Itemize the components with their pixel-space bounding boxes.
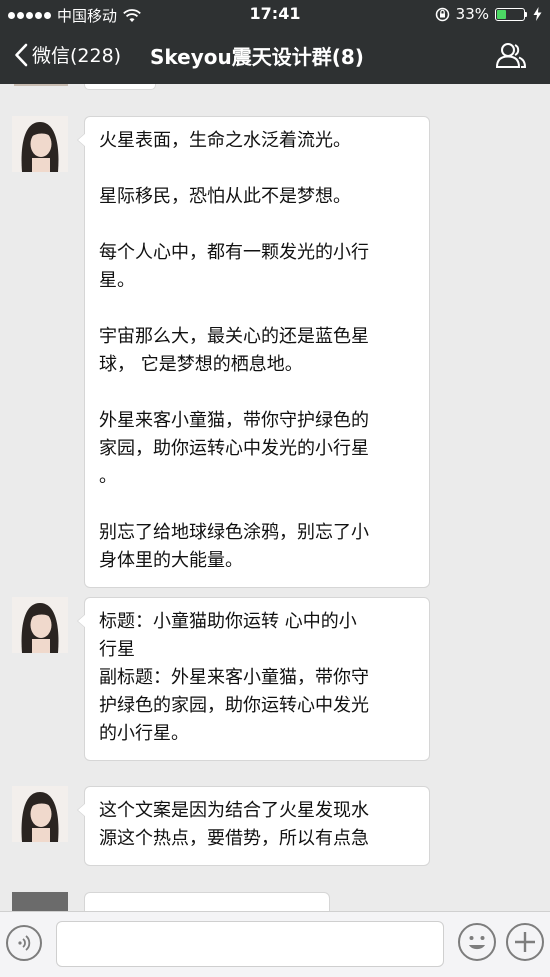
- charging-icon: [533, 7, 542, 21]
- more-options-button[interactable]: [506, 923, 544, 961]
- message-text-line: 家园，助你运转心中发光的小行星: [99, 438, 369, 459]
- voice-input-button[interactable]: [6, 925, 42, 961]
- rotation-lock-icon: [435, 7, 449, 21]
- nav-bar: 微信(228) Skeyou震天设计群(8): [0, 28, 550, 84]
- message-paragraph: 宇宙那么大，最关心的还是蓝色星 球， 它是梦想的栖息地。: [99, 323, 415, 379]
- message-text-line: 这个文案是因为结合了火星发现水: [99, 800, 369, 821]
- message-text-line: 标题：小童猫助你运转 心中的小: [99, 611, 357, 632]
- avatar[interactable]: [12, 786, 68, 842]
- message-bubble[interactable]: [84, 892, 330, 911]
- user-avatar-photo: [12, 597, 68, 653]
- chat-title: Skeyou震天设计群(8): [150, 45, 364, 69]
- avatar[interactable]: [12, 116, 68, 172]
- message-text-line: 行星: [99, 639, 135, 660]
- message-input[interactable]: [56, 921, 444, 967]
- avatar[interactable]: [12, 892, 68, 911]
- group-info-button[interactable]: [495, 42, 527, 72]
- message-bubble[interactable]: [84, 84, 156, 90]
- voice-icon: [18, 935, 31, 951]
- message-text-line: 每个人心中，都有一颗发光的小行: [99, 242, 369, 263]
- message-text-line: 的小行星。: [99, 723, 189, 744]
- chat-messages[interactable]: 火星表面，生命之水泛着流光。 星际移民，恐怕从此不是梦想。 每个人心中，都有一颗…: [0, 84, 550, 911]
- avatar[interactable]: [12, 597, 68, 653]
- message-text-line: 别忘了给地球绿色涂鸦，别忘了小: [99, 522, 369, 543]
- battery-icon: [495, 7, 527, 21]
- input-bar: [0, 911, 550, 977]
- avatar[interactable]: [14, 84, 68, 86]
- message-text-line: 身体里的大能量。: [99, 550, 243, 571]
- message-bubble[interactable]: 标题：小童猫助你运转 心中的小 行星 副标题：外星来客小童猫，带你守 护绿色的家…: [77, 597, 430, 761]
- user-avatar-photo: [12, 116, 68, 172]
- message-text-line: 宇宙那么大，最关心的还是蓝色星: [99, 326, 369, 347]
- message-paragraph: 标题：小童猫助你运转 心中的小 行星 副标题：外星来客小童猫，带你守 护绿色的家…: [99, 608, 415, 748]
- chevron-left-icon: [15, 43, 28, 66]
- status-bar: 中国移动 17:41 33%: [0, 0, 550, 28]
- message-paragraph: 别忘了给地球绿色涂鸦，别忘了小 身体里的大能量。: [99, 519, 415, 575]
- status-right: 33%: [435, 5, 542, 23]
- group-members-icon: [495, 43, 527, 68]
- message-text-line: 。: [99, 466, 117, 487]
- message-text-line: 源这个热点，要借势，所以有点急: [99, 828, 369, 849]
- message-text-line: 外星来客小童猫，带你守护绿色的: [99, 410, 369, 431]
- smiley-icon: [469, 936, 485, 950]
- message-paragraph: 每个人心中，都有一颗发光的小行 星。: [99, 239, 415, 295]
- back-button[interactable]: 微信(228): [14, 41, 121, 68]
- battery-percent: 33%: [455, 5, 489, 23]
- message-paragraph: 星际移民，恐怕从此不是梦想。: [99, 183, 415, 211]
- message-text-line: 星。: [99, 270, 135, 291]
- message-paragraph: 这个文案是因为结合了火星发现水 源这个热点，要借势，所以有点急: [99, 797, 415, 853]
- message-text-line: 球， 它是梦想的栖息地。: [99, 354, 303, 375]
- message-paragraph: 火星表面，生命之水泛着流光。: [99, 127, 415, 155]
- plus-icon: [515, 932, 535, 952]
- user-avatar-photo: [12, 786, 68, 842]
- message-text-line: 星际移民，恐怕从此不是梦想。: [99, 186, 351, 207]
- message-bubble[interactable]: 火星表面，生命之水泛着流光。 星际移民，恐怕从此不是梦想。 每个人心中，都有一颗…: [77, 116, 430, 588]
- message-text-line: 火星表面，生命之水泛着流光。: [99, 130, 351, 151]
- message-text-line: 护绿色的家园，助你运转心中发光: [99, 695, 369, 716]
- message-bubble[interactable]: 这个文案是因为结合了火星发现水 源这个热点，要借势，所以有点急: [77, 786, 430, 866]
- message-text-line: 副标题：外星来客小童猫，带你守: [99, 667, 369, 688]
- emoji-button[interactable]: [458, 923, 496, 961]
- back-label: 微信(228): [32, 45, 122, 67]
- message-paragraph: 外星来客小童猫，带你守护绿色的 家园，助你运转心中发光的小行星 。: [99, 407, 415, 491]
